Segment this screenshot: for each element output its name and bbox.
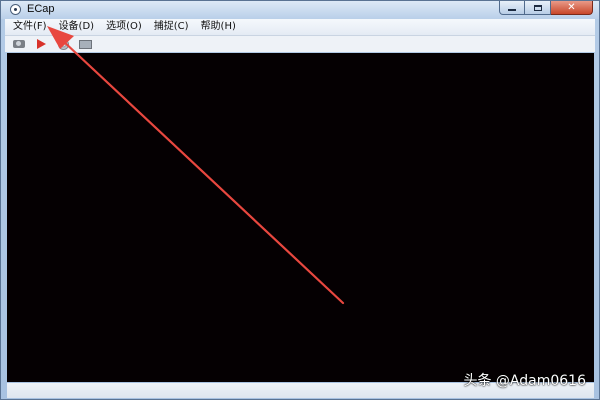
- menu-device[interactable]: 设备(D): [53, 19, 101, 35]
- toolbar: [5, 36, 595, 52]
- close-button[interactable]: ✕: [551, 1, 593, 15]
- video-preview: [7, 53, 594, 382]
- window-controls: ✕: [499, 1, 593, 16]
- minimize-icon: [508, 9, 516, 11]
- app-window: ECap ✕ 文件(F) 设备(D) 选项(O) 捕捉(C) 帮助(H): [0, 0, 600, 400]
- webcam-app-icon[interactable]: [10, 4, 21, 15]
- minimize-button[interactable]: [499, 1, 525, 15]
- monitor-button[interactable]: [77, 37, 93, 51]
- menu-capture[interactable]: 捕捉(C): [148, 19, 195, 35]
- play-icon: [36, 39, 46, 49]
- camera-icon: [13, 40, 25, 48]
- monitor-icon: [78, 39, 92, 49]
- menu-options[interactable]: 选项(O): [100, 19, 148, 35]
- watermark-text: 头条 @Adam0616: [463, 373, 586, 389]
- disc-button[interactable]: [55, 37, 71, 51]
- disc-icon: [57, 38, 69, 50]
- maximize-button[interactable]: [525, 1, 551, 15]
- close-icon: ✕: [567, 1, 576, 13]
- menu-bar: 文件(F) 设备(D) 选项(O) 捕捉(C) 帮助(H): [5, 19, 595, 36]
- title-bar[interactable]: ECap ✕: [1, 1, 599, 19]
- window-title: ECap: [27, 3, 55, 15]
- menu-help[interactable]: 帮助(H): [195, 19, 242, 35]
- snapshot-button[interactable]: [11, 37, 27, 51]
- menu-file[interactable]: 文件(F): [5, 19, 53, 35]
- play-button[interactable]: [33, 37, 49, 51]
- maximize-icon: [533, 4, 542, 11]
